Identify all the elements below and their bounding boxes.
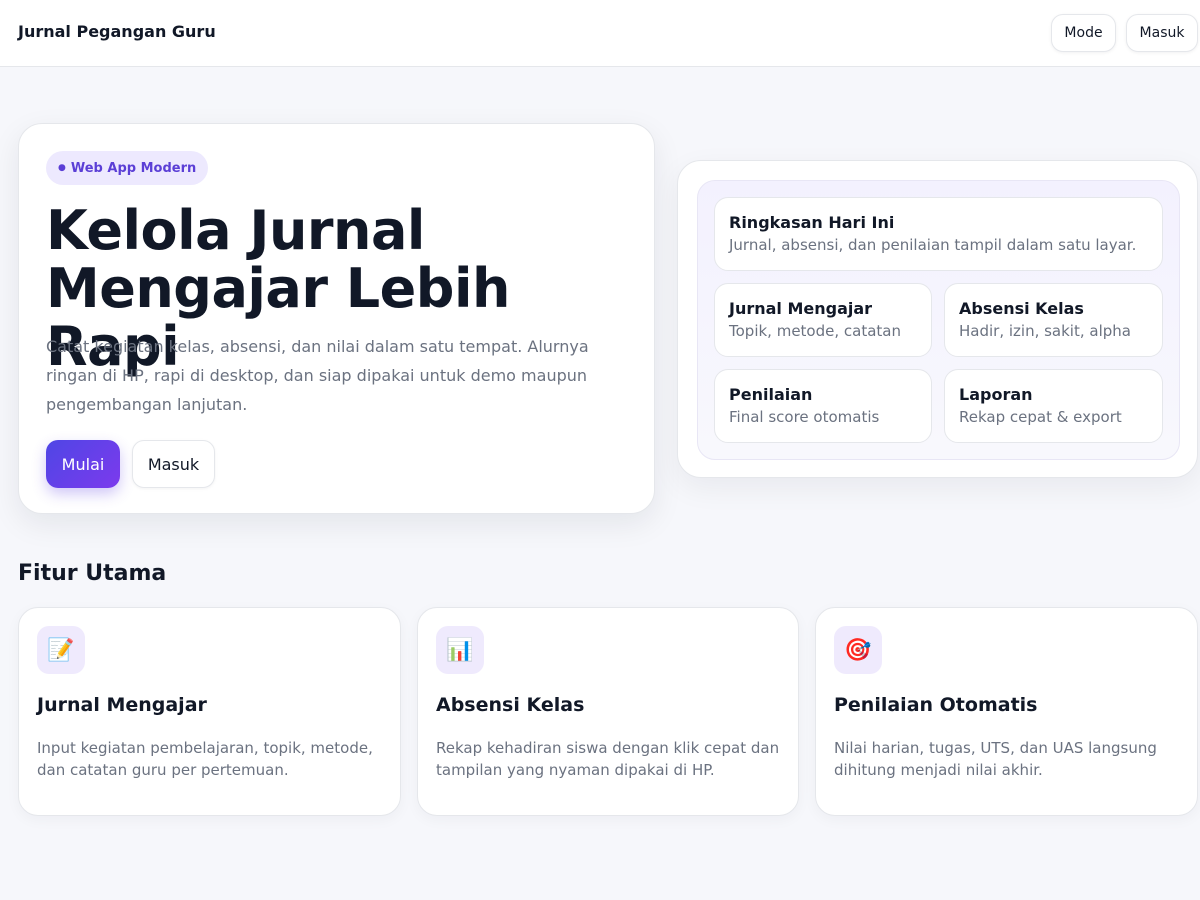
feature-title: Jurnal Mengajar (37, 694, 207, 716)
login-button[interactable]: Masuk (1126, 14, 1198, 52)
preview-card-attendance: Absensi Kelas Hadir, izin, sakit, alpha (944, 283, 1163, 357)
preview-card-subtitle: Rekap cepat & export (959, 408, 1122, 426)
feature-title: Penilaian Otomatis (834, 694, 1038, 716)
feature-card-grading: 🎯 Penilaian Otomatis Nilai harian, tugas… (815, 607, 1198, 816)
bar-chart-icon: 📊 (436, 626, 484, 674)
brand-title[interactable]: Jurnal Pegangan Guru (18, 22, 216, 41)
preview-panel: Ringkasan Hari Ini Jurnal, absensi, dan … (677, 160, 1198, 478)
start-button[interactable]: Mulai (46, 440, 120, 488)
dot-icon: ● (58, 163, 66, 173)
preview-card-title: Laporan (959, 385, 1033, 404)
target-icon: 🎯 (834, 626, 882, 674)
feature-title: Absensi Kelas (436, 694, 585, 716)
mode-toggle-button[interactable]: Mode (1051, 14, 1116, 52)
summary-subtitle: Jurnal, absensi, dan penilaian tampil da… (729, 236, 1137, 254)
feature-description: Rekap kehadiran siswa dengan klik cepat … (436, 739, 780, 779)
memo-icon: 📝 (37, 626, 85, 674)
hero-badge: ● Web App Modern (46, 151, 209, 185)
hero-badge-label: Web App Modern (70, 160, 197, 176)
hero-description: Catat kegiatan kelas, absensi, dan nilai… (46, 337, 589, 414)
top-navbar: Jurnal Pegangan Guru Mode Masuk (0, 0, 1200, 67)
preview-inner-panel: Ringkasan Hari Ini Jurnal, absensi, dan … (697, 180, 1180, 460)
preview-card-subtitle: Final score otomatis (729, 408, 880, 426)
preview-card-grading: Penilaian Final score otomatis (714, 369, 932, 443)
preview-card-title: Penilaian (729, 385, 813, 404)
preview-card-journal: Jurnal Mengajar Topik, metode, catatan (714, 283, 932, 357)
summary-card: Ringkasan Hari Ini Jurnal, absensi, dan … (714, 197, 1163, 271)
preview-card-subtitle: Hadir, izin, sakit, alpha (959, 322, 1131, 340)
feature-description: Nilai harian, tugas, UTS, dan UAS langsu… (834, 739, 1157, 779)
summary-title: Ringkasan Hari Ini (729, 213, 895, 232)
hero-login-button[interactable]: Masuk (132, 440, 215, 488)
feature-card-attendance: 📊 Absensi Kelas Rekap kehadiran siswa de… (417, 607, 799, 816)
preview-card-subtitle: Topik, metode, catatan (729, 322, 901, 340)
feature-description: Input kegiatan pembelajaran, topik, meto… (37, 739, 373, 779)
preview-card-title: Jurnal Mengajar (729, 299, 873, 318)
features-section-title: Fitur Utama (18, 561, 167, 586)
hero-card: ● Web App Modern Kelola Jurnal Mengajar … (18, 123, 655, 514)
feature-card-journal: 📝 Jurnal Mengajar Input kegiatan pembela… (18, 607, 401, 816)
preview-card-report: Laporan Rekap cepat & export (944, 369, 1163, 443)
preview-card-title: Absensi Kelas (959, 299, 1084, 318)
